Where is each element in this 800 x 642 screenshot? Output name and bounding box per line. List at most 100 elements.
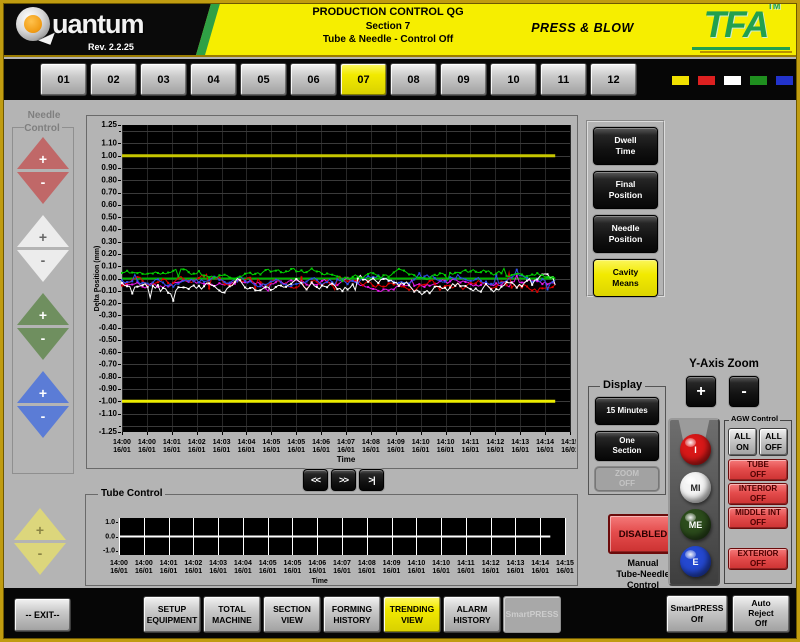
- display-button-zoom-off: ZOOM OFF: [595, 467, 659, 491]
- page-title: PRODUCTION CONTROL QG Section 7 Tube & N…: [290, 5, 486, 47]
- trend-button-cavity-means[interactable]: Cavity Means: [593, 259, 658, 297]
- needle-updown-3-minus-button[interactable]: -: [17, 328, 69, 360]
- needle-updown-1-plus-button[interactable]: +: [17, 137, 69, 169]
- section-button-05[interactable]: 05: [240, 63, 287, 96]
- quantum-logo: uantum: [16, 7, 144, 41]
- nav-button-total-machine[interactable]: TOTAL MACHINE: [203, 596, 261, 633]
- tfa-tm: TM: [767, 1, 780, 11]
- quantum-q-center: [24, 15, 42, 33]
- needle-updown-2-plus-button[interactable]: +: [17, 215, 69, 247]
- quantum-logo-text: uantum: [52, 9, 144, 40]
- bottom-nav: SETUP EQUIPMENTTOTAL MACHINESECTION VIEW…: [143, 596, 561, 633]
- display-groupbox: 15 Minutes One Section ZOOM OFF: [588, 386, 666, 495]
- needle-updown-1: +-: [17, 137, 69, 204]
- smartpress-off-button[interactable]: SmartPRESS Off: [666, 595, 728, 633]
- logo-revision: Rev. 2.2.25: [88, 42, 134, 52]
- cavity-color-legend: [672, 76, 793, 85]
- display-button-15-minutes[interactable]: 15 Minutes: [595, 397, 659, 425]
- tfa-underline: [692, 47, 790, 50]
- agw-all-on-button[interactable]: ALL ON: [728, 428, 757, 456]
- section-button-11[interactable]: 11: [540, 63, 587, 96]
- agw-all-off-button[interactable]: ALL OFF: [759, 428, 788, 456]
- indicator-ball-me: ME: [680, 509, 711, 540]
- agw-control-groupbox: ALL ONALL OFF TUBE OFFINTERIOR OFFMIDDLE …: [724, 420, 792, 584]
- display-label: Display: [600, 379, 645, 391]
- indicator-ball-e: E: [680, 546, 711, 577]
- section-button-01[interactable]: 01: [40, 63, 87, 96]
- y-axis-zoom-label: Y-Axis Zoom: [678, 358, 770, 370]
- nav-button-setup-equipment[interactable]: SETUP EQUIPMENT: [143, 596, 201, 633]
- trend-type-panel: Dwell Time Final Position Needle Position C…: [586, 120, 665, 297]
- trend-button-final-position[interactable]: Final Position: [593, 171, 658, 209]
- trend-button-dwell-time[interactable]: Dwell Time: [593, 127, 658, 165]
- chart-nav-buttons: << >> >|: [303, 469, 384, 491]
- indicator-ball-i: I: [680, 434, 711, 465]
- title-line1: PRODUCTION CONTROL QG: [290, 5, 486, 20]
- nav-button-smartpress: SmartPRESS: [503, 596, 561, 633]
- agw-button-middle-int-off[interactable]: MIDDLE INT OFF: [728, 507, 788, 529]
- section-button-09[interactable]: 09: [440, 63, 487, 96]
- bottom-bar: -- EXIT-- SETUP EQUIPMENTTOTAL MACHINESE…: [0, 588, 800, 639]
- tube-control-chart: [87, 496, 576, 584]
- tube-control-label: Tube Control: [98, 488, 165, 499]
- legend-swatch-2: [698, 76, 715, 85]
- tfa-logo-text: TFA: [704, 4, 768, 45]
- tube-updown-buttons: +-: [14, 508, 66, 575]
- tfa-logo: TFATM: [694, 2, 790, 46]
- header: uantum Rev. 2.2.25 PRODUCTION CONTROL QG…: [0, 0, 800, 57]
- section-button-06[interactable]: 06: [290, 63, 337, 96]
- main-trend-chart: [88, 117, 576, 467]
- tube-updown: +-: [14, 508, 66, 575]
- title-line3: Tube & Needle - Control Off: [290, 33, 486, 47]
- main-chart-panel: [86, 115, 578, 469]
- title-line2: Section 7: [290, 20, 486, 34]
- legend-swatch-1: [672, 76, 689, 85]
- needle-updown-3-plus-button[interactable]: +: [17, 293, 69, 325]
- needle-updown-3: +-: [17, 293, 69, 360]
- tube-updown-plus-button[interactable]: +: [14, 508, 66, 540]
- section-button-02[interactable]: 02: [90, 63, 137, 96]
- agw-indicator-stack: I MI ME E: [668, 418, 720, 586]
- legend-swatch-5: [776, 76, 793, 85]
- chart-rewind-button[interactable]: <<: [303, 469, 328, 491]
- agw-button-tube-off[interactable]: TUBE OFF: [728, 459, 788, 481]
- agw-button-interior-off[interactable]: INTERIOR OFF: [728, 483, 788, 505]
- nav-button-forming-history[interactable]: FORMING HISTORY: [323, 596, 381, 633]
- legend-swatch-4: [750, 76, 767, 85]
- section-buttons: 010203040506070809101112: [40, 63, 637, 96]
- needle-updown-4-plus-button[interactable]: +: [17, 371, 69, 403]
- needle-updown-4-minus-button[interactable]: -: [17, 406, 69, 438]
- y-axis-zoom-out-button[interactable]: -: [729, 376, 759, 407]
- tfa-underline-shadow: [700, 51, 792, 53]
- needle-updown-2: +-: [17, 215, 69, 282]
- needle-control-buttons: +-+-+-+-: [17, 137, 69, 438]
- chart-to-end-button[interactable]: >|: [359, 469, 384, 491]
- legend-swatch-3: [724, 76, 741, 85]
- section-button-12[interactable]: 12: [590, 63, 637, 96]
- section-button-07[interactable]: 07: [340, 63, 387, 96]
- auto-reject-off-button[interactable]: Auto Reject Off: [732, 595, 790, 633]
- bottom-right-buttons: SmartPRESS OffAuto Reject Off: [666, 595, 790, 633]
- tube-control-panel: [85, 494, 578, 586]
- display-button-one-section[interactable]: One Section: [595, 431, 659, 461]
- nav-button-section-view[interactable]: SECTION VIEW: [263, 596, 321, 633]
- agw-button-exterior-off[interactable]: EXTERIOR OFF: [728, 548, 788, 570]
- indicator-ball-mi: MI: [680, 472, 711, 503]
- section-button-03[interactable]: 03: [140, 63, 187, 96]
- agw-control-label: AGW Control: [729, 414, 780, 423]
- quantum-q-icon: [16, 7, 50, 41]
- hmi-screen: uantum Rev. 2.2.25 PRODUCTION CONTROL QG…: [0, 0, 800, 642]
- exit-button[interactable]: -- EXIT--: [14, 598, 71, 632]
- needle-control-label: Needle Control: [12, 110, 74, 135]
- chart-forward-button[interactable]: >>: [331, 469, 356, 491]
- needle-updown-2-minus-button[interactable]: -: [17, 250, 69, 282]
- tube-updown-minus-button[interactable]: -: [14, 543, 66, 575]
- trend-button-needle-position[interactable]: Needle Position: [593, 215, 658, 253]
- section-button-10[interactable]: 10: [490, 63, 537, 96]
- section-button-04[interactable]: 04: [190, 63, 237, 96]
- y-axis-zoom-in-button[interactable]: +: [686, 376, 716, 407]
- needle-updown-1-minus-button[interactable]: -: [17, 172, 69, 204]
- nav-button-alarm-history[interactable]: ALARM HISTORY: [443, 596, 501, 633]
- section-button-08[interactable]: 08: [390, 63, 437, 96]
- nav-button-trending-view[interactable]: TRENDING VIEW: [383, 596, 441, 633]
